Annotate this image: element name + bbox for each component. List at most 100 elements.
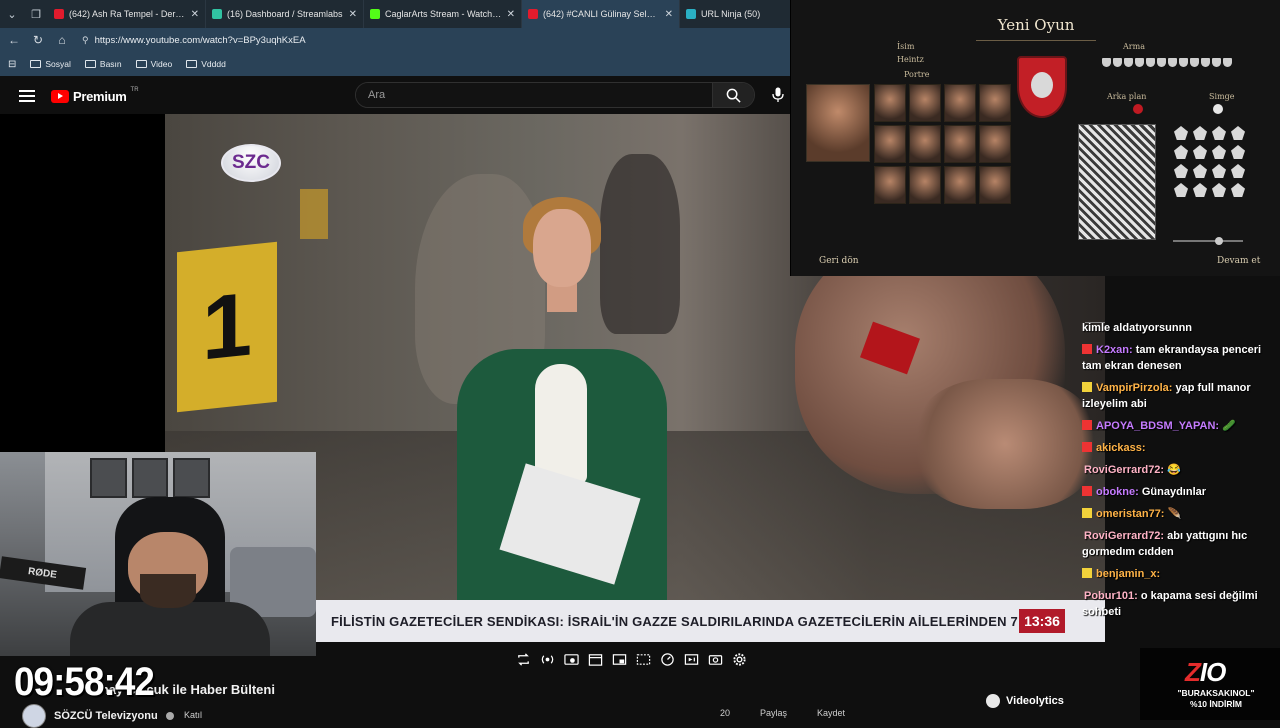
shield-shape-option[interactable] [1168,58,1177,67]
chat-username[interactable]: obokne: [1096,486,1139,498]
back-button[interactable]: Geri dön [819,256,859,266]
shield-shape-option[interactable] [1157,58,1166,67]
game-character-creator: Yeni Oyun İsim Heintz Portre Arma Arka p… [790,0,1280,276]
chat-username[interactable]: K2xan: [1096,344,1133,356]
sponsor-discount: %10 İNDİRİM [1190,699,1242,709]
arms-label: Arma [1123,42,1145,51]
shield-shape-option[interactable] [1223,58,1232,67]
shield-shape-option[interactable] [1124,58,1133,67]
stream-clock: 09:58:42 [14,660,155,704]
portrait-option[interactable] [874,125,906,163]
chat-username[interactable]: Pobur101: [1084,590,1138,602]
bookmark-folder-vdddd[interactable]: Vdddd [186,59,226,69]
portrait-option[interactable] [944,125,976,163]
chat-username[interactable]: VampirPirzola: [1096,382,1172,394]
back-arrow-icon[interactable]: ← [6,32,22,48]
speed-icon[interactable] [659,651,675,667]
background-pattern-grid[interactable] [1078,124,1156,240]
chat-username[interactable]: benjamin_x: [1096,568,1160,580]
browser-tab[interactable]: (642) Ash Ra Tempel - Der Vierte R ✕ [48,0,206,28]
shield-shape-option[interactable] [1135,58,1144,67]
portrait-option[interactable] [944,84,976,122]
home-icon[interactable]: ⌂ [54,32,70,48]
portrait-option[interactable] [979,125,1011,163]
portrait-option[interactable] [979,166,1011,204]
portrait-option[interactable] [909,166,941,204]
shield-shape-option[interactable] [1102,58,1111,67]
tab-list-chevron-icon[interactable]: ⌄ [0,0,24,28]
chat-username[interactable]: RoviGerrard72: [1084,530,1164,542]
picture-in-picture-icon[interactable] [611,651,627,667]
theater-icon[interactable] [587,651,603,667]
camera-icon[interactable] [707,651,723,667]
game-screen-title: Yeni Oyun [997,16,1075,34]
microphone-icon[interactable] [772,87,784,108]
selected-portrait[interactable] [806,84,870,162]
charge-options-grid [1174,126,1252,216]
portrait-option[interactable] [909,84,941,122]
slider-handle[interactable] [1215,237,1223,245]
channel-name[interactable]: SÖZCÜ Televizyonu [54,710,158,722]
portrait-option[interactable] [909,125,941,163]
bookmark-folder-video[interactable]: Video [135,59,172,69]
shield-shape-option[interactable] [1146,58,1155,67]
browser-tab[interactable]: (16) Dashboard / Streamlabs ✕ [206,0,364,28]
shield-shape-option[interactable] [1190,58,1199,67]
chat-username[interactable]: akickass: [1096,442,1146,454]
continue-button[interactable]: Devam et [1217,256,1260,266]
shield-shape-option[interactable] [1113,58,1122,67]
close-tab-icon[interactable]: ✕ [665,9,673,20]
title-divider [976,40,1096,41]
close-tab-icon[interactable]: ✕ [507,9,515,20]
bookmarks-toggle-icon[interactable]: ⊟ [8,59,16,70]
background-color-swatch[interactable] [1133,104,1143,114]
shield-shape-option[interactable] [1179,58,1188,67]
stream-chat: kimle aldatıyorsunnn K2xan: tam ekrandays… [1082,320,1280,632]
chat-username[interactable]: RoviGerrard72: [1084,464,1164,476]
shield-shape-option[interactable] [1201,58,1210,67]
chat-username[interactable]: APOYA_BDSM_YAPAN: [1096,420,1219,432]
save-button[interactable]: Kaydet [817,708,845,718]
browser-tab-active[interactable]: (642) #CANLI Gülinay Selçuk ile ✕ [522,0,680,28]
chat-username[interactable]: omeristan77: [1096,508,1164,520]
portrait-option[interactable] [874,166,906,204]
charge-color-swatch[interactable] [1213,104,1223,114]
settings-gear-icon[interactable] [731,651,747,667]
browser-tab[interactable]: URL Ninja (50) [680,0,775,28]
search-button[interactable] [712,83,754,107]
bookmark-folder-sosyal[interactable]: Sosyal [30,59,71,69]
browser-tab[interactable]: CaglarArts Stream - Watch Live on ✕ [364,0,522,28]
hamburger-menu-icon[interactable] [19,90,35,102]
close-tab-icon[interactable]: ✕ [191,9,199,20]
videolytics-button[interactable]: Videolytics [986,694,1064,708]
ticker-text: FİLİSTİN GAZETECİLER SENDİKASI: İSRAİL'İ… [331,613,1018,629]
url-field[interactable]: ⚲ https://www.youtube.com/watch?v=BPy3uq… [78,31,790,49]
chat-badge-icon [1082,508,1092,518]
close-tab-icon[interactable]: ✕ [349,9,357,20]
site-info-icon[interactable]: ⚲ [82,35,89,46]
portrait-option[interactable] [944,166,976,204]
chat-text: 😂 [1167,464,1181,476]
url-text: https://www.youtube.com/watch?v=BPy3uqhK… [94,34,306,46]
like-count[interactable]: 20 [720,708,730,718]
youtube-logo[interactable]: Premium TR [51,87,139,104]
share-button[interactable]: Paylaş [760,708,787,718]
workspaces-icon[interactable]: ❐ [24,0,48,28]
skip-icon[interactable] [683,651,699,667]
reload-icon[interactable]: ↻ [30,32,46,48]
charge-size-slider[interactable] [1173,240,1243,242]
search-input[interactable] [356,83,712,107]
shield-shape-option[interactable] [1212,58,1221,67]
name-field[interactable]: Heintz [897,55,924,64]
portrait-option[interactable] [874,84,906,122]
channel-row: SÖZCÜ Televizyonu [22,704,174,728]
bookmark-folder-basin[interactable]: Basın [84,59,122,69]
loop-icon[interactable] [515,651,531,667]
portrait-option[interactable] [979,84,1011,122]
watch-icon[interactable] [563,651,579,667]
sponsor-logo-part-a: Z [1185,657,1201,687]
live-icon[interactable] [539,651,555,667]
screenshot-region-icon[interactable] [635,651,651,667]
join-button[interactable]: Katıl [184,710,202,720]
channel-avatar[interactable] [22,704,46,728]
